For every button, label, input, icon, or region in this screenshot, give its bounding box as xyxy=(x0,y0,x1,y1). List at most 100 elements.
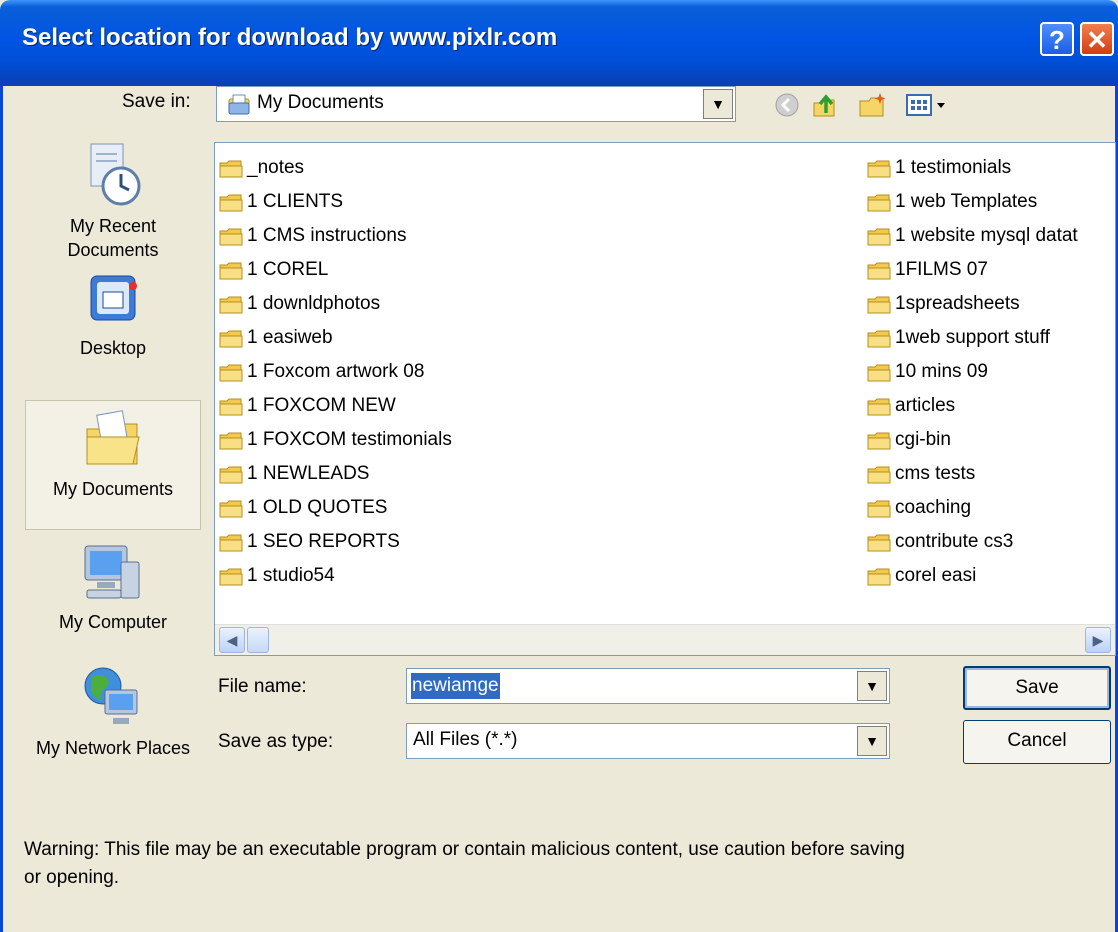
place-label: My Documents xyxy=(52,479,174,499)
folder-icon xyxy=(867,534,891,552)
place-desktop[interactable]: Desktop xyxy=(25,272,201,382)
back-icon[interactable] xyxy=(774,91,800,119)
folder-name: 1 CMS instructions xyxy=(247,225,407,246)
folder-icon xyxy=(867,432,891,450)
folder-name: coaching xyxy=(895,497,972,518)
new-folder-icon[interactable] xyxy=(858,91,888,119)
folder-icon xyxy=(219,568,243,586)
folder-item[interactable]: 1 easiweb xyxy=(215,321,452,355)
folder-item[interactable]: 1 Foxcom artwork 08 xyxy=(215,355,452,389)
cancel-button[interactable]: Cancel xyxy=(963,720,1111,764)
place-recent-documents[interactable]: My Recent Documents xyxy=(25,142,201,272)
file-column-1: _notes 1 CLIENTS 1 CMS instructions 1 COREL… xyxy=(215,151,452,593)
folder-item[interactable]: _notes xyxy=(215,151,452,185)
folder-icon xyxy=(867,568,891,586)
folder-item[interactable]: 1 CLIENTS xyxy=(215,185,452,219)
folder-item[interactable]: 1spreadsheets xyxy=(863,287,1078,321)
save-as-type-label: Save as type: xyxy=(218,731,334,752)
folder-item[interactable]: 1FILMS 07 xyxy=(863,253,1078,287)
folder-item[interactable]: 1 COREL xyxy=(215,253,452,287)
folder-name: 1spreadsheets xyxy=(895,293,1020,314)
folder-name: 1 easiweb xyxy=(247,327,333,348)
folder-item[interactable]: corel easi xyxy=(863,559,1078,593)
save-button[interactable]: Save xyxy=(963,666,1111,710)
folder-icon xyxy=(219,262,243,280)
folder-icon xyxy=(867,398,891,416)
horizontal-scrollbar[interactable]: ◀ ▶ xyxy=(215,624,1115,655)
folder-item[interactable]: 1web support stuff xyxy=(863,321,1078,355)
save-in-dropdown[interactable]: My Documents ▼ xyxy=(216,86,736,122)
folder-item[interactable]: 1 web Templates xyxy=(863,185,1078,219)
folder-item[interactable]: contribute cs3 xyxy=(863,525,1078,559)
window-title: Select location for download by www.pixl… xyxy=(22,24,558,51)
folder-item[interactable]: cgi-bin xyxy=(863,423,1078,457)
folder-icon xyxy=(219,432,243,450)
folder-name: corel easi xyxy=(895,565,977,586)
desktop-icon xyxy=(90,275,137,321)
folder-name: articles xyxy=(895,395,956,416)
chevron-down-icon[interactable]: ▼ xyxy=(857,671,887,701)
folder-icon xyxy=(219,194,243,212)
folder-name: 1 CLIENTS xyxy=(247,191,344,212)
place-label: Desktop xyxy=(79,338,147,358)
close-button[interactable]: ✕ xyxy=(1080,22,1114,56)
folder-item[interactable]: 1 OLD QUOTES xyxy=(215,491,452,525)
chevron-down-icon[interactable]: ▼ xyxy=(857,726,887,756)
place-my-computer[interactable]: My Computer xyxy=(25,542,201,652)
place-my-documents[interactable]: My Documents xyxy=(25,400,201,530)
save-as-type-dropdown[interactable]: All Files (*.*) ▼ xyxy=(406,723,890,759)
scroll-right-icon[interactable]: ▶ xyxy=(1085,627,1111,653)
folder-icon xyxy=(867,262,891,280)
recent-documents-icon xyxy=(90,143,141,206)
scroll-left-icon[interactable]: ◀ xyxy=(219,627,245,653)
folder-name: 1 testimonials xyxy=(895,157,1012,178)
folder-icon xyxy=(219,228,243,246)
place-network-places[interactable]: My Network Places xyxy=(25,664,201,804)
folder-icon xyxy=(867,364,891,382)
folder-icon xyxy=(867,466,891,484)
places-bar: My Recent Documents Desktop My Documents… xyxy=(25,142,201,842)
folder-item[interactable]: cms tests xyxy=(863,457,1078,491)
folder-item[interactable]: 1 NEWLEADS xyxy=(215,457,452,491)
file-list[interactable]: _notes 1 CLIENTS 1 CMS instructions 1 COREL… xyxy=(214,142,1116,656)
folder-icon xyxy=(219,364,243,382)
chevron-down-icon[interactable]: ▼ xyxy=(703,89,733,119)
folder-icon xyxy=(219,466,243,484)
folder-name: 10 mins 09 xyxy=(895,361,988,382)
folder-item[interactable]: 1 FOXCOM NEW xyxy=(215,389,452,423)
folder-name: 1 COREL xyxy=(247,259,329,280)
folder-item[interactable]: 1 website mysql datat xyxy=(863,219,1078,253)
network-places-icon xyxy=(84,667,138,724)
folder-item[interactable]: 1 CMS instructions xyxy=(215,219,452,253)
file-name-value[interactable]: newiamge xyxy=(411,673,500,699)
scroll-thumb[interactable] xyxy=(247,627,269,653)
folder-item[interactable]: coaching xyxy=(863,491,1078,525)
folder-name: 1 FOXCOM testimonials xyxy=(247,429,452,450)
folder-icon xyxy=(867,330,891,348)
help-button[interactable]: ? xyxy=(1040,22,1074,56)
folder-item[interactable]: 1 downldphotos xyxy=(215,287,452,321)
folder-name: cgi-bin xyxy=(895,429,951,450)
folder-item[interactable]: articles xyxy=(863,389,1078,423)
place-label: My Computer xyxy=(58,612,168,632)
folder-name: _notes xyxy=(247,157,305,178)
folder-name: 1 Foxcom artwork 08 xyxy=(247,361,425,382)
place-label: My Recent Documents xyxy=(67,216,159,260)
folder-item[interactable]: 1 testimonials xyxy=(863,151,1078,185)
folder-name: 1 studio54 xyxy=(247,565,335,586)
folder-name: 1 FOXCOM NEW xyxy=(247,395,396,416)
folder-item[interactable]: 1 FOXCOM testimonials xyxy=(215,423,452,457)
folder-icon xyxy=(867,194,891,212)
save-in-value: My Documents xyxy=(257,92,384,113)
up-folder-icon[interactable] xyxy=(810,91,838,119)
file-name-field[interactable]: newiamge ▼ xyxy=(406,668,890,704)
folder-icon xyxy=(219,160,243,178)
folder-item[interactable]: 1 SEO REPORTS xyxy=(215,525,452,559)
views-menu-icon[interactable] xyxy=(905,91,951,119)
warning-message: Warning: This file may be an executable … xyxy=(24,839,905,888)
folder-item[interactable]: 1 studio54 xyxy=(215,559,452,593)
folder-icon xyxy=(219,398,243,416)
my-documents-icon xyxy=(86,410,140,465)
folder-item[interactable]: 10 mins 09 xyxy=(863,355,1078,389)
folder-name: 1web support stuff xyxy=(895,327,1050,348)
